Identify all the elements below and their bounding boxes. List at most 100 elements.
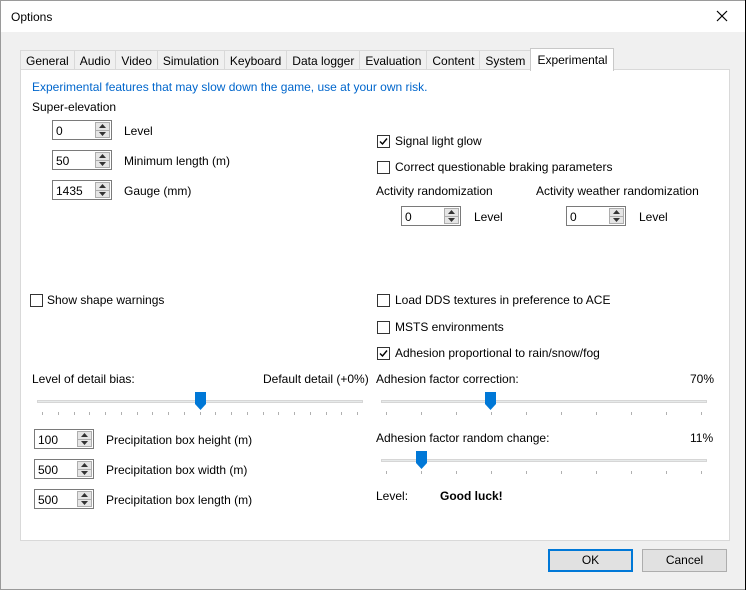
slider-tick	[168, 412, 169, 415]
signal-light-glow-label: Signal light glow	[395, 134, 482, 148]
chevron-up-icon	[81, 433, 88, 438]
gauge-stepper[interactable]: 1435	[52, 180, 112, 200]
precipitation-width-value: 500	[38, 463, 59, 477]
level-result-value: Good luck!	[440, 489, 503, 503]
slider-tick	[231, 412, 232, 415]
spin-up-button[interactable]	[95, 182, 110, 191]
activity-randomization-stepper[interactable]: 0	[401, 206, 461, 226]
slider-tick	[561, 471, 562, 474]
dds-textures-checkbox[interactable]	[377, 294, 390, 307]
tab-experimental[interactable]: Experimental	[530, 48, 615, 71]
activity-randomization-label: Activity randomization	[376, 184, 493, 198]
slider-tick	[456, 471, 457, 474]
minimum-length-stepper[interactable]: 50	[52, 150, 112, 170]
chevron-up-icon	[99, 154, 106, 159]
slider-thumb[interactable]	[485, 392, 496, 410]
spin-down-button[interactable]	[95, 190, 110, 198]
spin-down-button[interactable]	[95, 130, 110, 138]
chevron-down-icon	[99, 161, 106, 166]
slider-tick	[137, 412, 138, 415]
precipitation-length-value: 500	[38, 493, 59, 507]
chevron-up-icon	[613, 210, 620, 215]
slider-ticks	[37, 412, 363, 416]
slider-tick	[421, 412, 422, 415]
slider-tick	[42, 412, 43, 415]
spin-down-button[interactable]	[77, 499, 92, 507]
slider-tick	[294, 412, 295, 415]
tab-simulation[interactable]: Simulation	[156, 50, 225, 71]
adhesion-random-value: 11%	[690, 431, 714, 445]
gauge-value: 1435	[56, 184, 83, 198]
checkmark-icon	[379, 138, 388, 146]
spin-up-button[interactable]	[77, 491, 92, 500]
spin-down-button[interactable]	[77, 439, 92, 447]
spin-up-button[interactable]	[444, 208, 459, 217]
chevron-down-icon	[613, 217, 620, 222]
slider-tick	[596, 471, 597, 474]
slider-thumb[interactable]	[195, 392, 206, 410]
adhesion-random-slider[interactable]	[381, 449, 707, 475]
spin-up-button[interactable]	[95, 122, 110, 131]
chevron-up-icon	[99, 184, 106, 189]
gauge-label: Gauge (mm)	[124, 184, 192, 198]
slider-tick	[341, 412, 342, 415]
close-button[interactable]	[705, 3, 739, 29]
chevron-down-icon	[99, 131, 106, 136]
spin-up-button[interactable]	[609, 208, 624, 217]
cancel-button[interactable]: Cancel	[642, 549, 727, 572]
msts-environments-checkbox[interactable]	[377, 321, 390, 334]
slider-tick	[666, 412, 667, 415]
slider-tick	[701, 471, 702, 474]
precipitation-height-stepper[interactable]: 100	[34, 429, 94, 449]
tab-content[interactable]: Content	[426, 50, 481, 71]
signal-light-glow-checkbox[interactable]	[377, 135, 390, 148]
show-shape-warnings-label: Show shape warnings	[47, 293, 165, 307]
lod-bias-label: Level of detail bias:	[32, 372, 135, 386]
super-elevation-level-label: Level	[124, 124, 153, 138]
tab-system[interactable]: System	[479, 50, 532, 71]
tab-general[interactable]: General	[20, 50, 75, 71]
precipitation-height-label: Precipitation box height (m)	[106, 433, 253, 447]
adhesion-correction-slider[interactable]	[381, 390, 707, 416]
adhesion-proportional-checkbox[interactable]	[377, 347, 390, 360]
slider-thumb[interactable]	[416, 451, 427, 469]
slider-tick	[263, 412, 264, 415]
slider-tick	[526, 471, 527, 474]
adhesion-random-label: Adhesion factor random change:	[376, 431, 550, 445]
precipitation-width-stepper[interactable]: 500	[34, 459, 94, 479]
window-title: Options	[11, 10, 53, 24]
slider-tick	[89, 412, 90, 415]
slider-track	[381, 459, 707, 462]
activity-randomization-value: 0	[405, 210, 412, 224]
slider-ticks	[381, 471, 707, 475]
spin-down-button[interactable]	[95, 160, 110, 168]
ok-button[interactable]: OK	[548, 549, 633, 572]
lod-bias-slider[interactable]	[37, 390, 363, 416]
slider-tick	[74, 412, 75, 415]
spin-up-button[interactable]	[77, 461, 92, 470]
weather-randomization-stepper[interactable]: 0	[566, 206, 626, 226]
spin-down-button[interactable]	[77, 469, 92, 477]
spin-down-button[interactable]	[444, 216, 459, 224]
slider-tick	[105, 412, 106, 415]
slider-tick	[386, 412, 387, 415]
activity-randomization-level-label: Level	[474, 210, 503, 224]
tab-keyboard[interactable]: Keyboard	[223, 50, 288, 71]
show-shape-warnings-checkbox[interactable]	[30, 294, 43, 307]
tab-evaluation[interactable]: Evaluation	[359, 50, 428, 71]
spin-up-button[interactable]	[77, 431, 92, 440]
tab-video[interactable]: Video	[115, 50, 158, 71]
close-icon	[716, 10, 728, 22]
chevron-down-icon	[81, 500, 88, 505]
tab-data-logger[interactable]: Data logger	[286, 50, 361, 71]
precipitation-length-stepper[interactable]: 500	[34, 489, 94, 509]
minimum-length-label: Minimum length (m)	[124, 154, 231, 168]
spin-up-button[interactable]	[95, 152, 110, 161]
chevron-down-icon	[81, 440, 88, 445]
chevron-up-icon	[81, 493, 88, 498]
slider-tick	[386, 471, 387, 474]
tab-audio[interactable]: Audio	[73, 50, 117, 71]
spin-down-button[interactable]	[609, 216, 624, 224]
super-elevation-level-stepper[interactable]: 0	[52, 120, 112, 140]
braking-parameters-checkbox[interactable]	[377, 161, 390, 174]
